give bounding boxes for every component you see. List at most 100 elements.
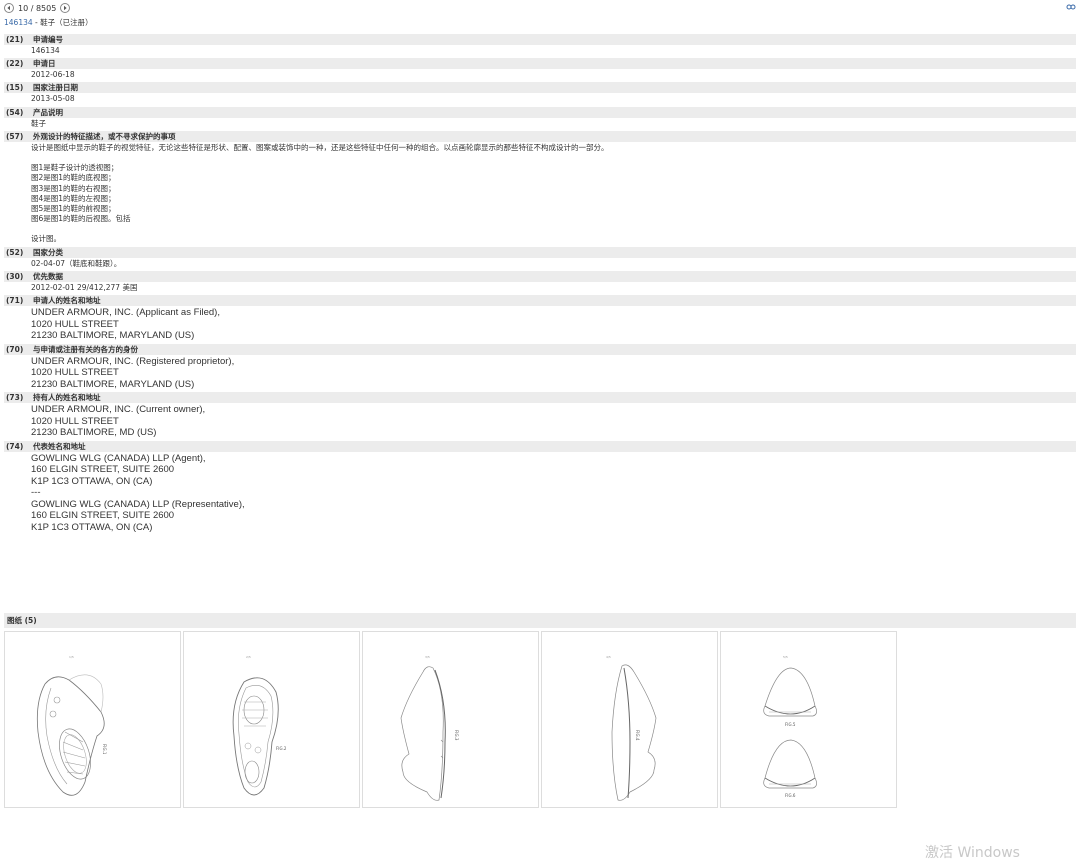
chevron-right-icon [64,5,67,11]
record-counter: 10 / 8505 [18,3,57,13]
drawing-thumbnail-2[interactable]: 2/5 FIG.2 [183,631,360,808]
field-value-line: 21230 BALTIMORE, MARYLAND (US) [31,378,195,390]
field-code: (52) [6,247,24,257]
field-value-line [31,224,1076,234]
field-value: UNDER ARMOUR, INC. (Current owner), 1020 … [4,403,1076,441]
field-label: 产品说明 [33,107,63,117]
field-header: (30) 优先数据 [4,270,1076,282]
field-value-line: 图1是鞋子设计的透视图； [31,163,119,173]
field-value-line: 1020 HULL STREET [31,415,119,427]
record-title: 146134 - 鞋子（已注册） [4,17,93,28]
bibliographic-fields: (21) 申请编号 146134 (22) 申请日 2012-06-18 (15) 国家注册日… [4,34,1076,535]
field-code: (54) [6,107,24,117]
field-code: (15) [6,83,24,93]
figure-label: FIG.6 [785,793,796,798]
field-value-line: UNDER ARMOUR, INC. (Current owner), [31,404,206,415]
previous-record-button[interactable] [4,3,14,13]
field-label: 优先数据 [33,271,63,281]
field-header: (57) 外观设计的特征描述，或不寻求保护的事项 [4,130,1076,142]
field-value: 鞋子 [4,118,1076,131]
field-value: 2012-02-01 29/412,277 美国 [4,282,1076,295]
field-value-line: 160 ELGIN STREET, SUITE 2600 [31,464,175,475]
drawing-thumbnail-4[interactable]: 4/5 FIG.4 [541,631,718,808]
field-value-line: --- [31,487,41,498]
chevron-left-icon [7,5,10,11]
field-label: 代表姓名和地址 [33,441,86,451]
field-label: 与申请或注册有关的各方的身份 [33,344,138,354]
field-header: (15) 国家注册日期 [4,82,1076,94]
figure-label: FIG.4 [635,730,640,741]
field-value: 设计是图纸中显示的鞋子的视觉特征，无论这些特征是形状、配置、图案或装饰中的一种，… [4,142,1076,247]
field-value-line: UNDER ARMOUR, INC. (Applicant as Filed), [31,307,220,318]
field-label: 申请人的姓名和地址 [33,296,101,305]
record-navigation: 10 / 8505 [4,2,71,14]
svg-text:2/5: 2/5 [246,655,251,659]
field-value-line: 设计图。 [31,234,61,244]
field-label: 国家注册日期 [33,83,78,93]
field-code: (74) [6,441,24,451]
field-value-line: K1P 1C3 OTTAWA, ON (CA) [31,521,153,533]
field-value-line [31,153,1076,163]
svg-text:5/5: 5/5 [783,655,788,659]
field-value-line: 146134 [31,46,60,55]
field-label: 国家分类 [33,247,63,257]
field-code: (21) [6,35,24,44]
field-value-line: UNDER ARMOUR, INC. (Registered proprieto… [31,355,235,367]
field-header: (70) 与申请或注册有关的各方的身份 [4,343,1076,355]
figure-label: FIG.2 [276,746,287,751]
field-header: (54) 产品说明 [4,106,1076,118]
field-value-line: 1020 HULL STREET [31,367,119,378]
field-value: 2012-06-18 [4,69,1076,82]
field-value-line: 160 ELGIN STREET, SUITE 2600 [31,510,175,521]
shoe-sole-drawing: 2/5 FIG.2 [232,655,287,796]
record-title-text: - 鞋子（已注册） [32,18,93,27]
field-value-line: 图5是图1的鞋的前视图； [31,203,116,213]
next-record-button[interactable] [60,3,71,13]
field-header: (71) 申请人的姓名和地址 [4,295,1076,306]
field-header: (73) 持有人的姓名和地址 [4,392,1076,403]
drawing-thumbnail-3[interactable]: 3/5 FIG.3 [362,631,539,808]
field-label: 外观设计的特征描述，或不寻求保护的事项 [33,131,176,141]
field-value-line: 图3是图1的鞋的右视图； [31,183,116,193]
field-value: UNDER ARMOUR, INC. (Applicant as Filed),… [4,306,1076,344]
field-code: (22) [6,59,24,69]
field-value-line: 21230 BALTIMORE, MD (US) [31,427,157,438]
svg-text:3/5: 3/5 [425,655,430,659]
field-header: (22) 申请日 [4,58,1076,70]
field-value-line: 02-04-07（鞋底和鞋跟）。 [31,258,122,268]
field-value-line: GOWLING WLG (CANADA) LLP (Representative… [31,498,245,510]
field-code: (30) [6,271,24,281]
record-id-link[interactable]: 146134 [4,18,33,27]
field-value: GOWLING WLG (CANADA) LLP (Agent), 160 ELG… [4,452,1076,536]
field-value-line: 2013-05-08 [31,94,75,104]
field-value-line: 2012-06-18 [31,70,75,80]
drawing-thumbnail-1[interactable]: 1/5 FIG.1 [4,631,181,808]
permalink-icon[interactable] [1066,4,1076,10]
field-header: (52) 国家分类 [4,246,1076,258]
field-code: (73) [6,393,24,402]
field-code: (57) [6,131,24,141]
field-label: 申请编号 [33,35,63,44]
shoe-perspective-drawing: 1/5 FIG.1 [36,655,107,796]
field-value-line: 1020 HULL STREET [31,318,119,330]
figure-label: FIG.3 [454,730,459,741]
field-value-line: 21230 BALTIMORE, MARYLAND (US) [31,330,195,341]
field-header: (74) 代表姓名和地址 [4,440,1076,452]
field-value-line: 图2是图1的鞋的底视图； [31,173,116,183]
drawings-header: 图纸 (5) [4,613,1076,628]
field-code: (70) [6,344,24,354]
field-value-line: 鞋子 [31,118,46,128]
field-value: 146134 [4,45,1076,58]
field-code: (71) [6,296,24,305]
field-label: 申请日 [33,59,56,69]
field-value-line: 图4是图1的鞋的左视图； [31,193,116,203]
field-value-line: 设计是图纸中显示的鞋子的视觉特征，无论这些特征是形状、配置、图案或装饰中的一种，… [31,142,609,152]
windows-activation-watermark: 激活 Windows [925,845,1020,861]
figure-label: FIG.1 [102,744,107,755]
svg-text:4/5: 4/5 [606,655,611,659]
shoe-left-side-drawing: 4/5 FIG.4 [606,655,657,801]
shoe-right-side-drawing: 3/5 FIG.3 [400,655,459,801]
field-value-line: K1P 1C3 OTTAWA, ON (CA) [31,475,153,487]
field-label: 持有人的姓名和地址 [33,393,101,402]
drawing-thumbnail-5[interactable]: 5/5 FIG.5 FIG.6 [720,631,897,808]
